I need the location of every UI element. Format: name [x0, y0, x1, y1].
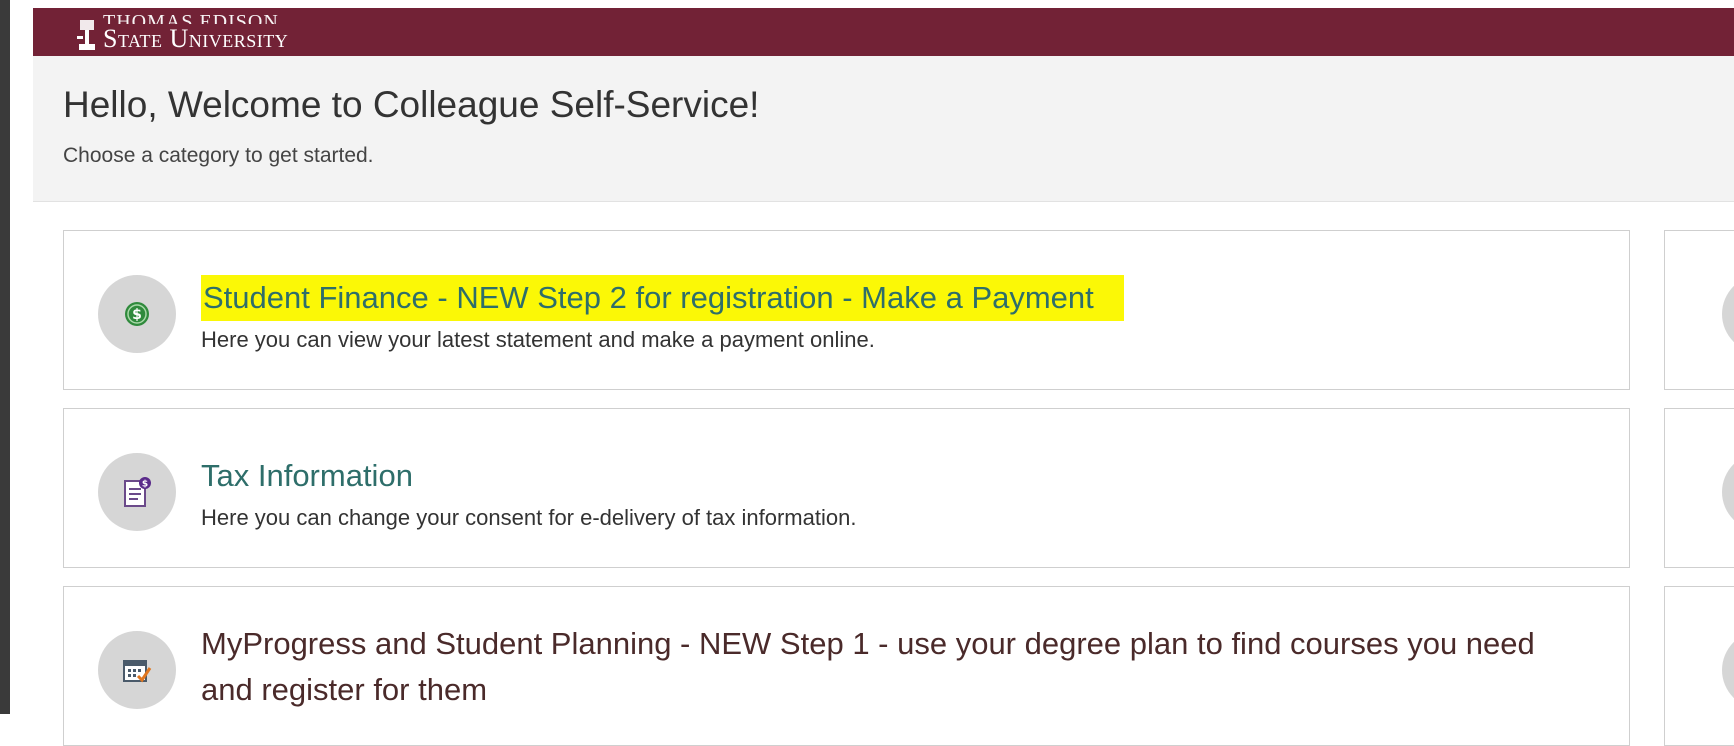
left-window-edge	[0, 0, 10, 714]
money-icon	[1722, 453, 1734, 531]
category-icon-circle	[1722, 631, 1734, 709]
category-card-student-finance[interactable]: $ Student Finance - NEW Step 2 for regis…	[63, 230, 1630, 390]
calendar-check-icon	[123, 660, 152, 683]
category-icon-circle: $	[98, 453, 176, 531]
category-icon-circle: $	[98, 275, 176, 353]
svg-text:$: $	[132, 307, 142, 323]
page-title: Hello, Welcome to Colleague Self-Service…	[63, 84, 760, 125]
svg-text:$: $	[142, 480, 148, 490]
left-gutter	[10, 0, 33, 714]
category-icon-circle	[98, 631, 176, 709]
category-card-student-planning[interactable]: MyProgress and Student Planning - NEW St…	[63, 586, 1630, 746]
clipboard-icon	[1722, 275, 1734, 353]
category-card-right-3[interactable]	[1664, 586, 1734, 746]
dollar-coin-icon: $	[125, 302, 149, 326]
welcome-banner: Hello, Welcome to Colleague Self-Service…	[33, 56, 1734, 202]
university-logo[interactable]: THOMAS EDISON State University	[77, 8, 288, 56]
tax-document-icon: $	[124, 477, 151, 507]
top-strip	[0, 0, 1734, 8]
lamp-logo-icon	[77, 20, 95, 50]
category-card-right-1[interactable]	[1664, 230, 1734, 390]
page-subtitle: Choose a category to get started.	[63, 144, 374, 167]
category-title[interactable]: Student Finance - NEW Step 2 for registr…	[201, 275, 1124, 321]
logo-line-bottom: State University	[103, 24, 289, 53]
category-card-right-2[interactable]	[1664, 408, 1734, 568]
category-title[interactable]: Tax Information	[201, 453, 413, 499]
logo-line-top: THOMAS EDISON	[103, 12, 279, 24]
category-icon-circle	[1722, 453, 1734, 531]
site-header: THOMAS EDISON State University	[33, 8, 1734, 56]
category-icon-circle	[1722, 275, 1734, 353]
category-card-tax-information[interactable]: $ Tax Information Here you can change yo…	[63, 408, 1630, 568]
category-title[interactable]: MyProgress and Student Planning - NEW St…	[201, 621, 1561, 713]
category-description: Here you can view your latest statement …	[201, 327, 875, 352]
document-green-icon	[1722, 631, 1734, 709]
category-description: Here you can change your consent for e-d…	[201, 505, 857, 530]
